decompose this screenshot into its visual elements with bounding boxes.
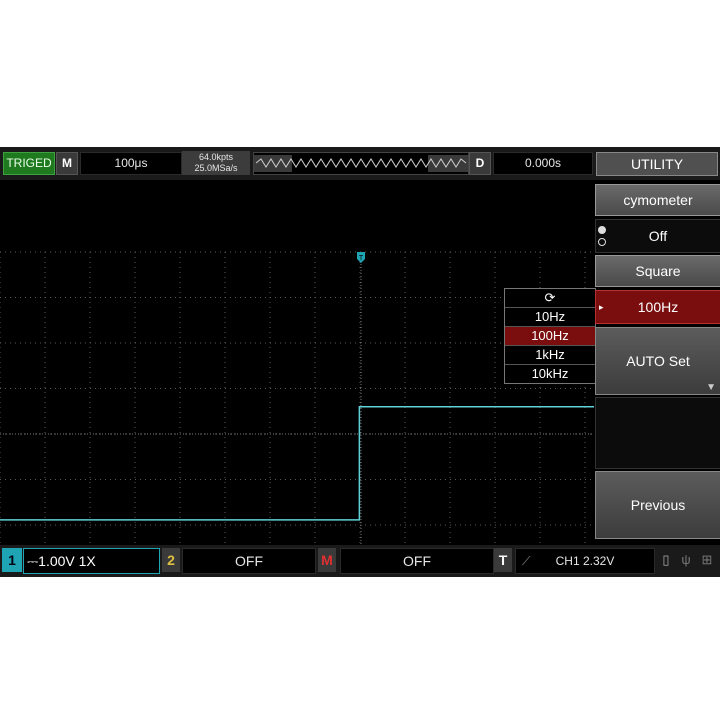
refresh-icon[interactable]: ⟳ <box>505 289 595 307</box>
rising-edge-icon: ⟋ <box>522 554 531 568</box>
ch2-state[interactable]: OFF <box>182 548 316 574</box>
timebase-value[interactable]: 100μs <box>80 152 182 175</box>
delay-label: D <box>469 152 491 175</box>
frequency-selector-popup: ⟳ 10Hz 100Hz 1kHz 10kHz <box>504 288 596 384</box>
radio-on-icon <box>598 226 606 234</box>
trigger-button[interactable]: T <box>494 548 512 572</box>
acquisition-info: 64.0kpts 25.0MSa/s <box>182 151 250 175</box>
menu-title-utility: UTILITY <box>596 152 718 176</box>
trigger-position-marker: T <box>357 252 365 263</box>
radio-off-icon <box>598 238 606 246</box>
cymometer-state: Off <box>648 228 668 244</box>
trigger-marker-label: T <box>359 255 364 262</box>
oscilloscope-screen: TRIGED M 100μs 64.0kpts 25.0MSa/s D 0.00… <box>0 147 720 577</box>
math-state[interactable]: OFF <box>340 548 494 574</box>
auto-set-button[interactable]: AUTO Set ▼ <box>595 327 720 395</box>
frequency-option-1khz[interactable]: 1kHz <box>505 345 595 364</box>
cymometer-button[interactable]: cymometer <box>595 184 720 216</box>
ch1-button[interactable]: 1 <box>2 548 22 572</box>
network-icon: ⊞ <box>701 552 713 567</box>
auto-set-label: AUTO Set <box>626 353 690 369</box>
frequency-option-10khz[interactable]: 10kHz <box>505 364 595 383</box>
frequency-option-10hz[interactable]: 10Hz <box>505 307 595 326</box>
caret-right-icon: ▸ <box>599 302 604 312</box>
ch2-button[interactable]: 2 <box>162 548 180 572</box>
frequency-option-100hz[interactable]: 100Hz <box>505 326 595 345</box>
memory-depth: 64.0kpts <box>198 152 234 162</box>
square-output-button[interactable]: Square <box>595 255 720 287</box>
sample-rate: 25.0MSa/s <box>194 163 238 173</box>
delay-value[interactable]: 0.000s <box>493 152 593 175</box>
square-frequency-value[interactable]: ▸ 100Hz <box>595 290 720 324</box>
usb-host-icon: ψ <box>681 552 691 567</box>
trigger-info[interactable]: ⟋ CH1 2.32V <box>515 548 655 574</box>
cymometer-value[interactable]: Off <box>595 219 720 253</box>
usb-device-icon: ▯ <box>662 552 670 567</box>
previous-button[interactable]: Previous <box>595 471 720 539</box>
waveform-overview-icon <box>254 155 468 172</box>
chevron-down-icon: ▼ <box>706 382 716 393</box>
bottom-status-bar: 1 ⎓1.00V 1X 2 OFF M OFF T ⟋ CH1 2.32V ▯ … <box>0 545 720 577</box>
main-timebase-label: M <box>56 152 78 175</box>
trigger-status: TRIGED <box>3 152 55 175</box>
empty-menu-slot <box>595 397 720 469</box>
square-frequency-label: 100Hz <box>637 299 679 315</box>
waveform-overview-bar <box>253 152 469 175</box>
trigger-level: CH1 2.32V <box>555 554 615 568</box>
math-button[interactable]: M <box>318 548 336 572</box>
ch1-waveform-trace <box>0 405 594 521</box>
top-status-bar: TRIGED M 100μs 64.0kpts 25.0MSa/s D 0.00… <box>0 147 720 180</box>
ch1-scale[interactable]: ⎓1.00V 1X <box>23 548 160 574</box>
